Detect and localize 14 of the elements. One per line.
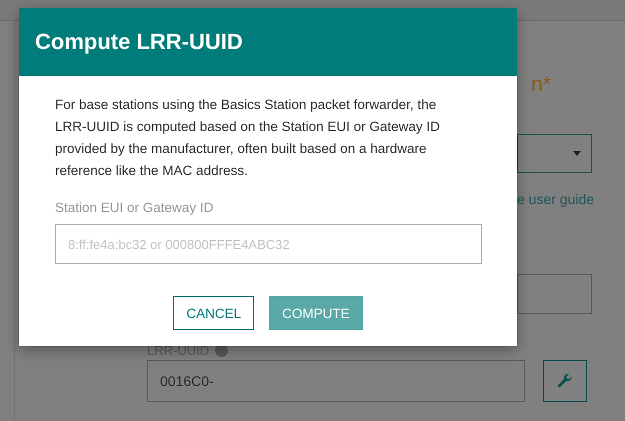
input-field[interactable] [517,274,592,314]
cancel-button[interactable]: CANCEL [173,296,254,330]
section-heading: n* [531,73,551,97]
wrench-icon [557,373,573,389]
dropdown[interactable] [517,134,592,173]
lrr-uuid-field[interactable]: 0016C0- [147,360,525,402]
station-eui-field[interactable]: 8:ff:fe4a:bc32 or 000800FFFE4ABC32 [55,224,482,264]
compute-button[interactable] [543,360,587,402]
description-text: For base stations using the Basics Station packet forwarder, the LRR-UUID is computed based on the Station EUI or Gateway ID provided by the manufacturer, often built based on a hardware reference like the MAC address. [55,96,441,180]
caret-icon [573,151,581,156]
user-guide-link[interactable]: e user guide [517,191,592,207]
compute-button[interactable]: COMPUTE [269,296,363,330]
dialog-title: Compute LRR-UUID [35,29,243,55]
field-label: Station EUI or Gateway ID [55,200,214,215]
